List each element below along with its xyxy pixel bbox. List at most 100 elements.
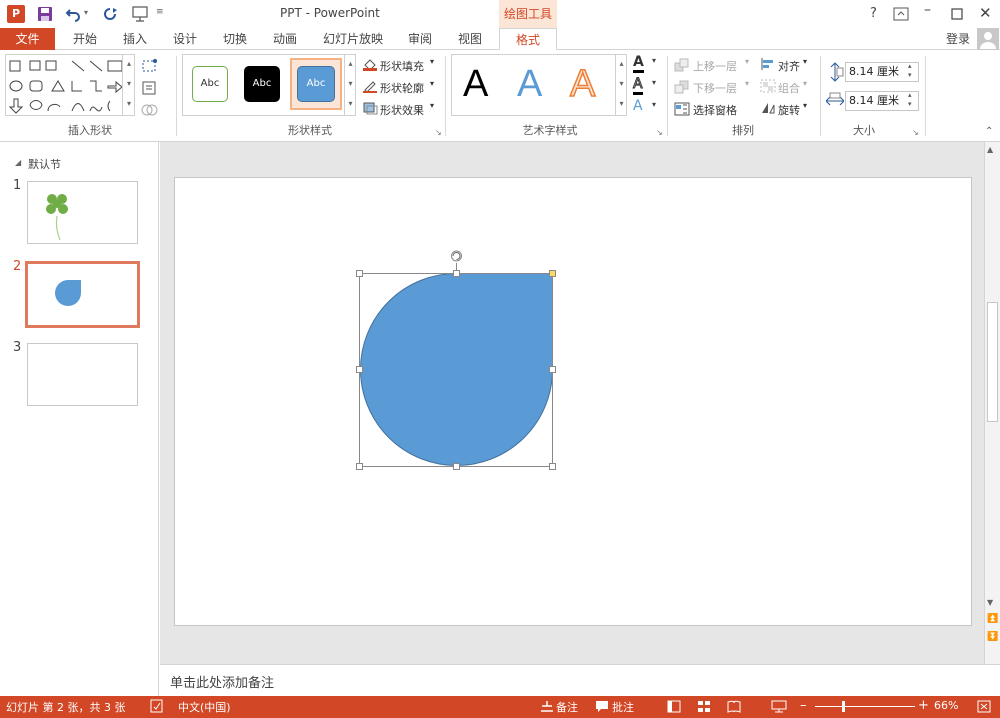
size-launcher-icon[interactable]: ↘ xyxy=(912,128,919,137)
reading-view-icon[interactable] xyxy=(727,700,741,713)
tab-slideshow[interactable]: 幻灯片放映 xyxy=(315,28,391,50)
text-effects-dropdown-icon[interactable]: ▾ xyxy=(652,100,656,109)
tab-design[interactable]: 设计 xyxy=(162,28,208,50)
maximize-icon[interactable] xyxy=(951,8,963,20)
tab-insert[interactable]: 插入 xyxy=(112,28,158,50)
tab-file[interactable]: 文件 xyxy=(0,28,55,50)
zoom-level[interactable]: 66% xyxy=(934,699,958,712)
shapes-gallery[interactable] xyxy=(5,54,135,116)
previous-slide-icon[interactable]: ⏫ xyxy=(987,614,998,624)
redo-icon[interactable] xyxy=(102,6,118,22)
edit-shape-icon[interactable] xyxy=(141,58,159,74)
shape-styles-launcher-icon[interactable]: ↘ xyxy=(435,128,442,137)
avatar[interactable] xyxy=(977,28,999,50)
rotate-button[interactable]: 旋转 xyxy=(778,102,800,118)
next-slide-icon[interactable]: ⏬ xyxy=(987,632,998,642)
rotate-dropdown-icon[interactable]: ▾ xyxy=(803,101,807,110)
section-collapse-icon[interactable]: ◢ xyxy=(15,158,21,167)
resize-handle-w[interactable] xyxy=(356,366,363,373)
undo-icon[interactable] xyxy=(65,6,81,22)
zoom-slider[interactable] xyxy=(815,706,915,707)
selection-pane-button[interactable]: 选择窗格 xyxy=(693,102,737,118)
undo-dropdown-icon[interactable]: ▾ xyxy=(84,8,88,17)
language-indicator[interactable]: 中文(中国) xyxy=(178,699,231,715)
shape-outline-icon[interactable] xyxy=(362,79,378,93)
rotate-icon[interactable] xyxy=(760,101,776,115)
notes-button[interactable]: 备注 xyxy=(556,699,578,715)
collapse-ribbon-icon[interactable]: ⌃ xyxy=(985,126,993,137)
align-icon[interactable] xyxy=(760,57,776,71)
scroll-up-icon[interactable]: ▲ xyxy=(987,145,993,154)
style-sample-blue[interactable]: Abc xyxy=(297,66,335,102)
resize-handle-nw[interactable] xyxy=(356,270,363,277)
rotate-handle-icon[interactable] xyxy=(451,250,462,262)
normal-view-icon[interactable] xyxy=(667,700,681,713)
shapes-gallery-icons[interactable] xyxy=(6,55,136,117)
selection-pane-icon[interactable] xyxy=(674,102,690,116)
help-button[interactable]: ? xyxy=(870,6,877,21)
scroll-down-icon[interactable]: ▼ xyxy=(987,598,993,607)
comments-button[interactable]: 批注 xyxy=(612,699,634,715)
slideshow-view-icon[interactable] xyxy=(771,700,787,713)
text-outline-icon[interactable]: A xyxy=(633,76,643,95)
tab-format[interactable]: 格式 xyxy=(499,28,557,51)
tab-transitions[interactable]: 切换 xyxy=(212,28,258,50)
tab-animations[interactable]: 动画 xyxy=(262,28,308,50)
slide-sorter-view-icon[interactable] xyxy=(697,700,711,713)
text-box-icon[interactable] xyxy=(141,80,159,96)
resize-handle-se[interactable] xyxy=(549,463,556,470)
fit-to-window-icon[interactable] xyxy=(976,699,992,714)
tab-home[interactable]: 开始 xyxy=(62,28,108,50)
wordart-launcher-icon[interactable]: ↘ xyxy=(656,128,663,137)
ribbon-display-options-icon[interactable] xyxy=(893,7,909,21)
text-fill-dropdown-icon[interactable]: ▾ xyxy=(652,56,656,65)
style-sample-outline[interactable]: Abc xyxy=(192,66,228,102)
scroll-thumb[interactable] xyxy=(987,302,998,422)
adjust-handle[interactable] xyxy=(549,270,556,277)
shape-fill-icon[interactable] xyxy=(362,57,378,71)
text-fill-icon[interactable]: A xyxy=(633,54,644,73)
save-icon[interactable] xyxy=(37,6,53,22)
zoom-slider-thumb[interactable] xyxy=(842,701,845,712)
shape-outline-button[interactable]: 形状轮廓 xyxy=(380,80,424,96)
notes-icon[interactable] xyxy=(540,700,554,713)
slide-thumbnail-1[interactable] xyxy=(27,181,138,244)
resize-handle-sw[interactable] xyxy=(356,463,363,470)
resize-handle-s[interactable] xyxy=(453,463,460,470)
shape-effects-dropdown-icon[interactable]: ▾ xyxy=(430,101,434,110)
slide-thumbnail-3[interactable] xyxy=(27,343,138,406)
text-effects-icon[interactable]: A xyxy=(633,98,643,114)
wordart-sample-blue[interactable]: A xyxy=(517,64,542,104)
wordart-sample-black[interactable]: A xyxy=(463,64,488,104)
zoom-in-icon[interactable]: + xyxy=(918,698,929,713)
align-button[interactable]: 对齐 xyxy=(778,58,800,74)
zoom-out-icon[interactable]: – xyxy=(800,698,807,713)
shape-height-spinner[interactable]: ▴ ▾ xyxy=(908,62,912,80)
notes-placeholder[interactable]: 单击此处添加备注 xyxy=(170,672,274,691)
style-gallery-scroll[interactable]: ▴ ▾ ▾ xyxy=(344,54,356,116)
style-sample-dark[interactable]: Abc xyxy=(244,66,280,102)
vertical-scrollbar[interactable]: ▲ ▼ ⏫ ⏬ xyxy=(984,142,1000,664)
shape-effects-icon[interactable] xyxy=(362,101,378,115)
tab-review[interactable]: 审阅 xyxy=(397,28,443,50)
shape-width-spinner[interactable]: ▴ ▾ xyxy=(908,91,912,109)
resize-handle-e[interactable] xyxy=(549,366,556,373)
minimize-icon[interactable]: – xyxy=(924,2,931,18)
section-title[interactable]: 默认节 xyxy=(28,156,61,172)
teardrop-shape[interactable] xyxy=(350,245,565,477)
slide-canvas[interactable] xyxy=(174,177,972,626)
wordart-sample-orange[interactable]: A xyxy=(569,63,596,105)
shape-effects-button[interactable]: 形状效果 xyxy=(380,102,424,118)
notes-pane[interactable]: 单击此处添加备注 xyxy=(160,664,1000,696)
comments-icon[interactable] xyxy=(595,700,609,713)
close-icon[interactable]: ✕ xyxy=(979,4,992,22)
shape-fill-button[interactable]: 形状填充 xyxy=(380,58,424,74)
tab-view[interactable]: 视图 xyxy=(447,28,493,50)
shape-outline-dropdown-icon[interactable]: ▾ xyxy=(430,79,434,88)
shapes-gallery-scroll[interactable]: ▴ ▾ ▾ xyxy=(122,54,135,116)
wordart-gallery-scroll[interactable]: ▴ ▾ ▾ xyxy=(615,54,627,116)
customize-qat-icon[interactable]: ≡ xyxy=(156,7,164,17)
spell-check-icon[interactable] xyxy=(150,699,164,713)
slide-thumbnail-2[interactable] xyxy=(25,261,140,328)
start-slideshow-icon[interactable] xyxy=(131,5,149,23)
